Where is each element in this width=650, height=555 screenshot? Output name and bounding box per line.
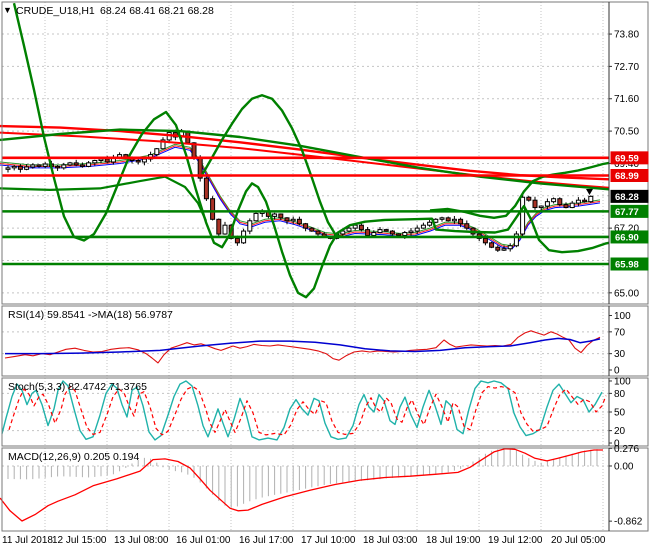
stoch-tick-label: 80 xyxy=(614,389,626,400)
rsi-tick-label: 0 xyxy=(614,366,620,377)
symbol-marker-icon: ▼ xyxy=(3,5,12,15)
macd-tick-label: 0.00 xyxy=(614,461,634,472)
stoch-tick-label: 20 xyxy=(614,426,626,437)
price-tick-label: 70.50 xyxy=(614,127,639,138)
time-axis-label: 20 Jul 05:00 xyxy=(551,535,606,546)
price-badge-label: 68.28 xyxy=(615,192,639,203)
time-axis-label: 18 Jul 19:00 xyxy=(426,535,481,546)
macd-panel-label: MACD(12,26,9) 0.205 0.194 xyxy=(8,451,139,463)
time-axis-label: 17 Jul 10:00 xyxy=(301,535,356,546)
main-pane[interactable] xyxy=(2,2,609,304)
rsi-tick-label: 70 xyxy=(614,327,626,338)
rsi-panel-label: RSI(14) 59.8541 ->MA(18) 56.9787 xyxy=(8,309,173,321)
macd-tick-label: 0.276 xyxy=(614,444,639,455)
time-axis-label: 11 Jul 2018 xyxy=(2,535,53,546)
price-tick-label: 72.70 xyxy=(614,62,639,73)
time-axis-label: 16 Jul 01:00 xyxy=(176,535,231,546)
time-axis-label: 13 Jul 08:00 xyxy=(114,535,169,546)
chart-title-ohlc: 68.24 68.41 68.21 68.28 xyxy=(100,5,214,17)
time-axis-label: 18 Jul 03:00 xyxy=(363,535,418,546)
price-badge-label: 65.98 xyxy=(615,260,639,271)
price-badge-label: 69.59 xyxy=(615,153,639,164)
price-badge-label: 67.77 xyxy=(615,207,639,218)
trading-chart-window: 73.80 72.70 71.60 70.50 69.40 67.20 65.00 100 70… xyxy=(0,0,650,550)
stoch-tick-label: 100 xyxy=(614,376,631,387)
chart-title-symbol: CRUDE_U18,H1 xyxy=(16,5,95,17)
time-axis-label: 16 Jul 17:00 xyxy=(239,535,294,546)
macd-tick-label: -0.862 xyxy=(614,517,643,528)
rsi-tick-label: 30 xyxy=(614,349,626,360)
price-tick-label: 65.00 xyxy=(614,288,639,299)
time-axis-label: 12 Jul 15:00 xyxy=(52,535,107,546)
price-badge-label: 68.99 xyxy=(615,171,639,182)
chart-canvas[interactable]: 73.8072.7071.6070.5069.4067.2065.0010070… xyxy=(0,0,650,550)
stoch-tick-label: 50 xyxy=(614,408,626,419)
price-tick-label: 71.60 xyxy=(614,94,639,105)
stoch-panel-label: Stoch(5,3,3) 82.4742 71.3765 xyxy=(8,381,147,393)
rsi-tick-label: 100 xyxy=(614,311,631,322)
price-badge-label: 66.90 xyxy=(615,232,639,243)
price-tick-label: 73.80 xyxy=(614,30,639,41)
time-axis-label: 19 Jul 12:00 xyxy=(488,535,543,546)
